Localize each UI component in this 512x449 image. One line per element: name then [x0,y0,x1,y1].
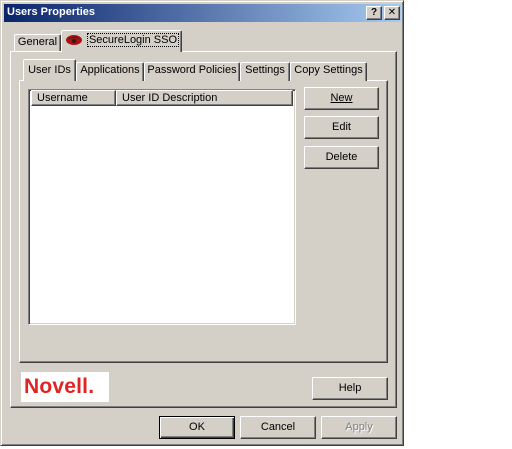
tab-password-policies-label: Password Policies [147,64,237,76]
novell-logo: Novell. [21,372,109,402]
apply-button[interactable]: Apply [321,416,397,439]
ok-button-label: OK [189,421,205,433]
title-bar: Users Properties ? ✕ [4,4,401,22]
user-ids-list[interactable]: Username User ID Description [28,89,296,325]
tab-securelogin-sso[interactable]: SecureLogin SSO [61,30,182,52]
tab-copy-settings[interactable]: Copy Settings [290,62,367,81]
tab-user-ids-label: User IDs [28,64,71,76]
edit-button[interactable]: Edit [304,116,379,139]
tab-user-ids[interactable]: User IDs [23,59,76,81]
column-username-label: Username [37,92,88,104]
cancel-button-label: Cancel [260,421,296,433]
close-button[interactable]: ✕ [384,6,400,20]
column-description-label: User ID Description [122,92,218,104]
edit-button-label: Edit [332,121,351,133]
tab-password-policies[interactable]: Password Policies [144,62,240,81]
window-title: Users Properties [7,6,96,18]
column-header-user-id-description[interactable]: User ID Description [116,90,293,106]
help-titlebar-button[interactable]: ? [366,6,382,20]
properties-window: Users Properties ? ✕ General SecureLogin… [0,0,404,446]
tab-securelogin-sso-label: SecureLogin SSO [86,33,180,47]
novell-logo-text: Novell. [24,375,95,398]
help-button-label: Help [338,382,362,394]
delete-button[interactable]: Delete [304,146,379,169]
apply-button-label: Apply [345,421,373,433]
cancel-button[interactable]: Cancel [240,416,316,439]
tab-settings-label: Settings [245,64,285,76]
close-icon: ✕ [387,7,397,18]
tab-settings[interactable]: Settings [240,62,290,81]
question-mark-icon: ? [370,7,378,18]
tab-general-label: General [17,36,58,48]
delete-button-label: Delete [325,151,358,163]
help-button[interactable]: Help [312,377,388,400]
new-button[interactable]: New [304,87,379,110]
tab-applications[interactable]: Applications [76,62,144,81]
tab-applications-label: Applications [80,64,140,76]
ok-button[interactable]: OK [159,416,235,439]
securelogin-icon [64,33,84,47]
new-button-label: New [330,92,353,104]
tab-copy-settings-label: Copy Settings [294,64,363,76]
column-header-username[interactable]: Username [31,90,116,106]
tab-general[interactable]: General [14,34,61,52]
